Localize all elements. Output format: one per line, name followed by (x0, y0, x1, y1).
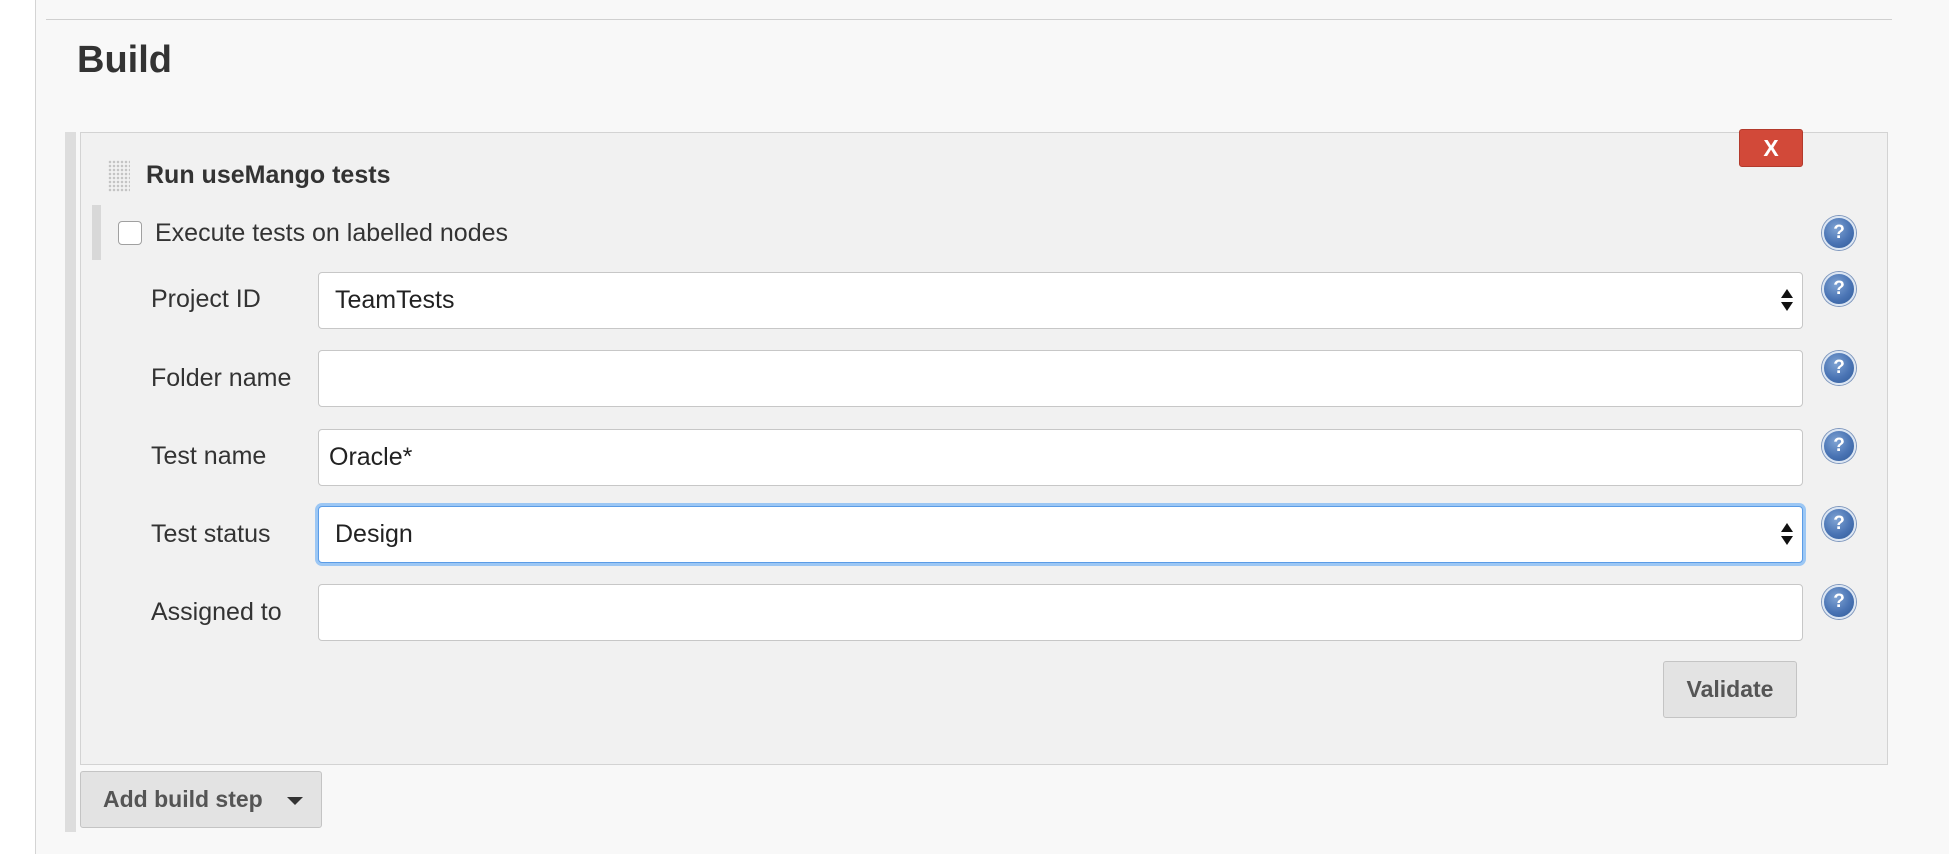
caret-down-icon (287, 797, 303, 805)
folder-name-input[interactable] (318, 350, 1803, 407)
drag-handle-icon[interactable] (108, 160, 130, 192)
select-arrows-icon (1781, 289, 1793, 313)
add-build-step-button[interactable]: Add build step (80, 771, 322, 828)
section-divider (46, 19, 1892, 20)
checkbox-indent-bar (92, 205, 101, 260)
labelled-nodes-label[interactable]: Execute tests on labelled nodes (155, 217, 508, 249)
test-status-value: Design (335, 520, 413, 548)
assigned-to-input[interactable] (318, 584, 1803, 641)
help-icon[interactable]: ? (1822, 272, 1856, 306)
test-status-label: Test status (151, 520, 271, 548)
folder-name-label: Folder name (151, 364, 292, 392)
help-icon[interactable]: ? (1822, 351, 1856, 385)
section-indent-bar (65, 132, 76, 832)
delete-step-button[interactable]: X (1739, 129, 1803, 167)
help-icon[interactable]: ? (1822, 429, 1856, 463)
test-name-label: Test name (151, 442, 267, 470)
help-icon[interactable]: ? (1822, 216, 1856, 250)
build-step-title: Run useMango tests (146, 161, 391, 189)
test-status-select[interactable]: Design (318, 506, 1803, 563)
section-title: Build (77, 39, 172, 81)
validate-button[interactable]: Validate (1663, 661, 1797, 718)
project-id-select[interactable]: TeamTests (318, 272, 1803, 329)
project-id-value: TeamTests (335, 286, 455, 314)
assigned-to-label: Assigned to (151, 598, 282, 626)
project-id-label: Project ID (151, 285, 261, 313)
labelled-nodes-checkbox[interactable] (118, 221, 142, 245)
help-icon[interactable]: ? (1822, 585, 1856, 619)
test-name-input[interactable]: Oracle* (318, 429, 1803, 486)
add-build-step-label: Add build step (103, 786, 263, 812)
help-icon[interactable]: ? (1822, 507, 1856, 541)
select-arrows-icon (1781, 523, 1793, 547)
